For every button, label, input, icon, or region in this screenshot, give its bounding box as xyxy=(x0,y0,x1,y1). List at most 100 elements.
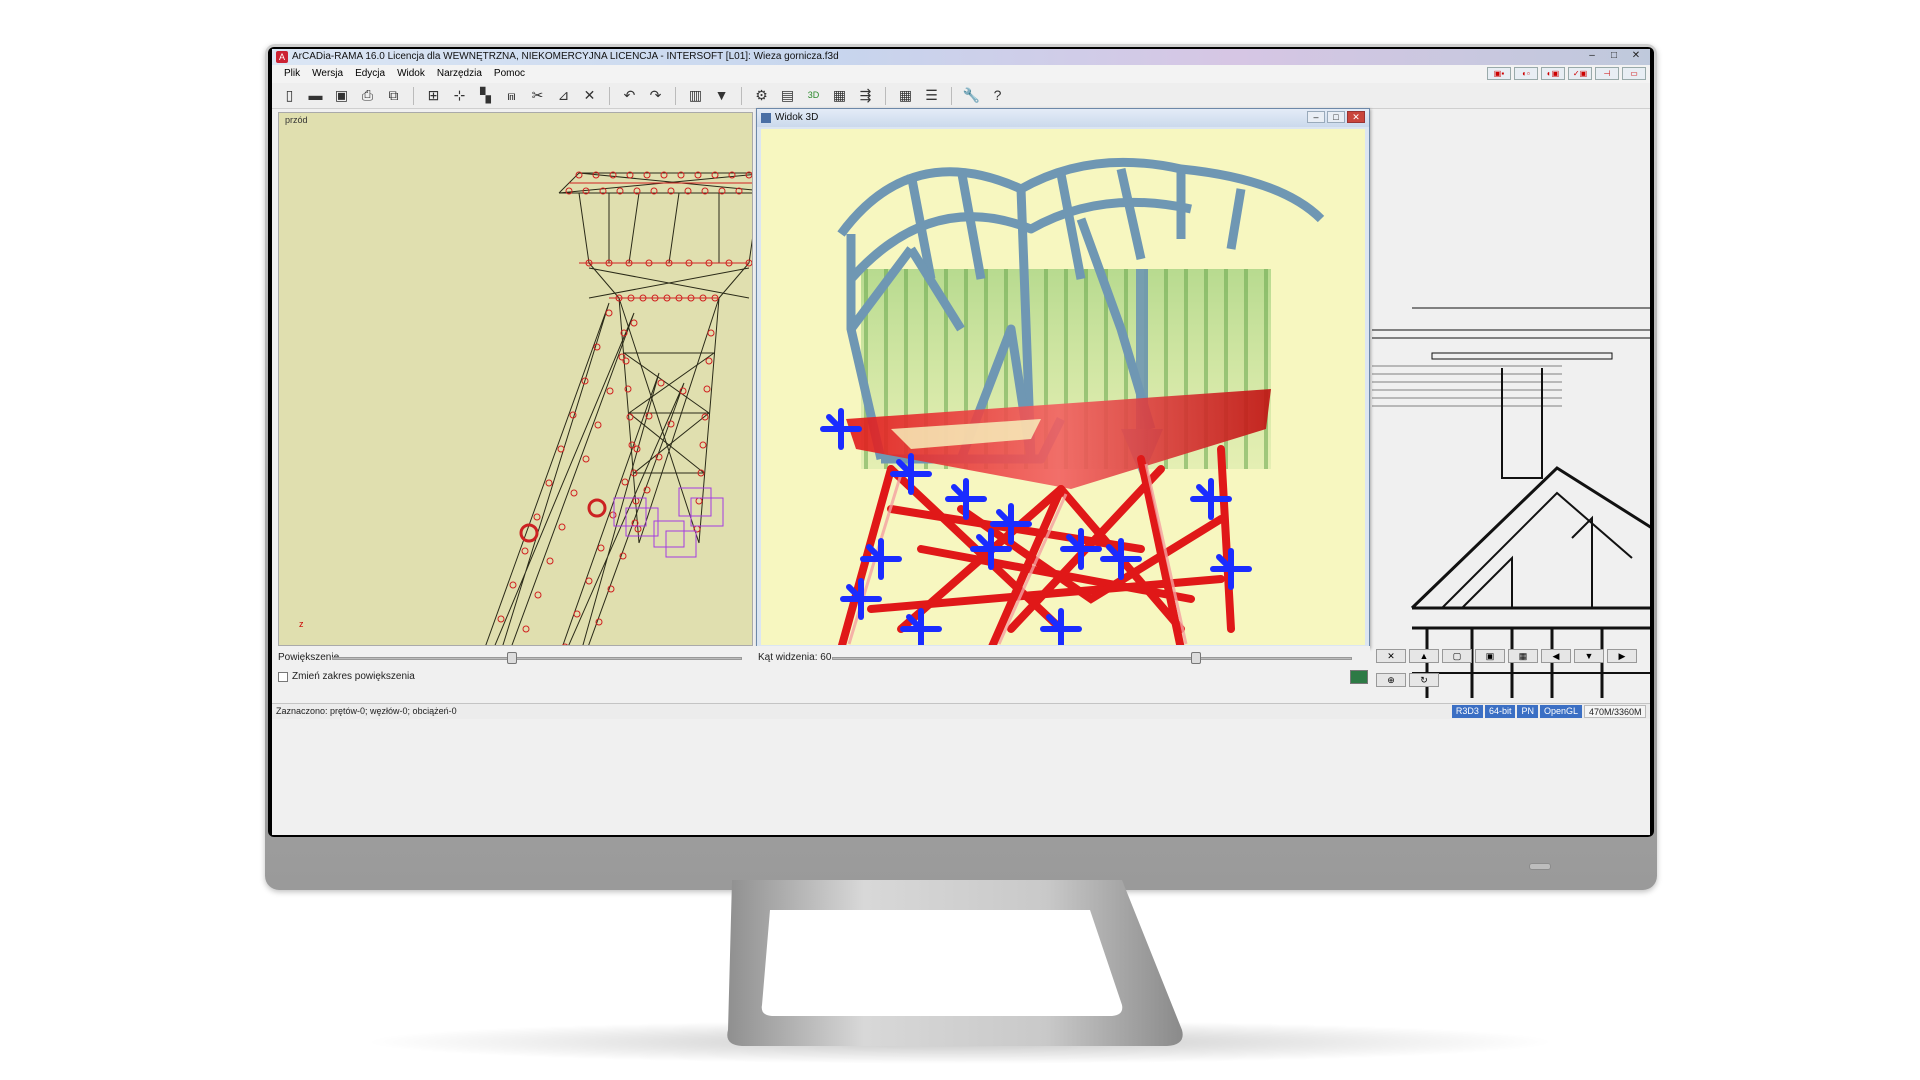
grid-icon[interactable]: ⊞ xyxy=(422,85,445,106)
angle-slider-thumb[interactable] xyxy=(1191,652,1201,664)
toolbar-separator xyxy=(413,86,414,105)
angle-label: Kąt widzenia: 60 xyxy=(758,652,832,663)
calculate-icon[interactable]: ⚙ xyxy=(750,85,773,106)
menu-bar: Plik Wersja Edycja Widok Narzędzia Pomoc xyxy=(272,65,1650,83)
view3d-title: Widok 3D xyxy=(775,112,819,123)
table-icon[interactable]: ▥ xyxy=(684,85,707,106)
new-file-icon[interactable]: ▯ xyxy=(278,85,301,106)
section-icon[interactable]: ⇶ xyxy=(854,85,877,106)
node-icon[interactable]: ⊹ xyxy=(448,85,471,106)
nav-left-icon[interactable]: ◀ xyxy=(1541,649,1571,663)
toolbox-icon[interactable] xyxy=(1350,670,1368,684)
node-marker xyxy=(558,523,566,531)
monitor-stand xyxy=(727,880,1183,1046)
view3d-maximize-button[interactable]: □ xyxy=(1327,111,1345,123)
view-icon[interactable]: ▤ xyxy=(776,85,799,106)
house-drawing xyxy=(1372,307,1650,698)
zoom-slider[interactable] xyxy=(332,657,742,660)
monitor-bezel: A ArCADia-RAMA 16.0 Licencja dla WEWNĘTR… xyxy=(265,44,1657,890)
menu-narzedzia[interactable]: Narzędzia xyxy=(431,65,488,83)
window-title: ArCADia-RAMA 16.0 Licencja dla WEWNĘTRZN… xyxy=(292,51,839,62)
restore-panel-icon[interactable]: ▭ xyxy=(1622,67,1646,80)
support-icon[interactable]: ⩎ xyxy=(500,85,523,106)
badge-pn: PN xyxy=(1517,705,1538,718)
toolbar-separator xyxy=(741,86,742,105)
print-icon[interactable]: ⎙ xyxy=(356,85,379,106)
axis-z-label: z xyxy=(299,619,304,629)
node-marker xyxy=(569,411,577,419)
view3d-window[interactable]: Widok 3D – □ ✕ xyxy=(756,108,1370,648)
zoom-slider-thumb[interactable] xyxy=(507,652,518,664)
nav-down-icon[interactable]: ▼ xyxy=(1574,649,1604,663)
menu-edycja[interactable]: Edycja xyxy=(349,65,391,83)
node-marker xyxy=(557,445,565,453)
nav-rotate-icon[interactable]: ↻ xyxy=(1409,672,1439,687)
status-bar: Zaznaczono: prętów-0; węzłów-0; obciążeń… xyxy=(272,703,1650,719)
maximize-button[interactable]: □ xyxy=(1604,50,1624,63)
help-icon[interactable]: ? xyxy=(986,85,1009,106)
node-marker xyxy=(624,385,632,393)
settings-icon[interactable]: 🔧 xyxy=(960,85,983,106)
save-icon[interactable]: ▣ xyxy=(330,85,353,106)
node-marker xyxy=(522,625,530,633)
menu-plik[interactable]: Plik xyxy=(278,65,306,83)
report-icon[interactable]: ☰ xyxy=(920,85,943,106)
toolbar-separator xyxy=(609,86,610,105)
node-marker xyxy=(626,413,634,421)
zoom-range-checkbox[interactable] xyxy=(278,672,288,682)
view3d-close-button[interactable]: ✕ xyxy=(1347,111,1365,123)
view3d-minimize-button[interactable]: – xyxy=(1307,111,1325,123)
node-marker xyxy=(605,309,613,317)
results-icon[interactable]: ▦ xyxy=(828,85,851,106)
bar-icon[interactable]: ▚ xyxy=(474,85,497,106)
front-view-panel[interactable]: przód z xyxy=(278,112,753,646)
badge-64bit: 64-bit xyxy=(1484,705,1516,718)
open-icon[interactable]: ▬ xyxy=(304,85,327,106)
nav-fit-icon[interactable]: ▣ xyxy=(1475,649,1505,663)
view3d-canvas[interactable] xyxy=(761,129,1365,645)
menu-wersja[interactable]: Wersja xyxy=(306,65,349,83)
node-marker xyxy=(573,610,581,618)
zoom-controls: Powiększenie Kąt widzenia: 60 Zmień zakr… xyxy=(272,646,1370,694)
filter-icon[interactable]: ▼ xyxy=(710,85,733,106)
node-marker xyxy=(546,557,554,565)
badge-opengl: OpenGL xyxy=(1539,705,1582,718)
export-icon[interactable]: ⧉ xyxy=(382,85,405,106)
layout-icon[interactable]: ▣▪ xyxy=(1487,67,1511,80)
view3d-icon[interactable]: 3D xyxy=(802,85,825,106)
node-marker xyxy=(534,591,542,599)
badge-r3d3: R3D3 xyxy=(1451,705,1483,718)
undo-icon[interactable]: ↶ xyxy=(618,85,641,106)
calculator-icon[interactable]: ▦ xyxy=(894,85,917,106)
display-icon[interactable]: ◐▣ xyxy=(1541,67,1565,80)
view3d-window-icon xyxy=(761,113,771,123)
nav-grid-icon[interactable]: ▦ xyxy=(1508,649,1538,663)
node-marker xyxy=(521,547,529,555)
menu-widok[interactable]: Widok xyxy=(391,65,431,83)
node-marker xyxy=(695,497,703,505)
nav-close-icon[interactable]: ✕ xyxy=(1376,649,1406,663)
view-toggle-icon[interactable]: ◐▫ xyxy=(1514,67,1538,80)
node-marker xyxy=(606,387,614,395)
node-marker xyxy=(699,441,707,449)
side-drawing-panel xyxy=(1372,108,1650,702)
nav-zoom-icon[interactable]: ⊕ xyxy=(1376,672,1406,687)
merge-icon[interactable]: ⊿ xyxy=(552,85,575,106)
top-right-tools: ▣▪ ◐▫ ◐▣ ✓▣ ⊣ ▭ xyxy=(1487,67,1646,80)
redo-icon[interactable]: ↷ xyxy=(644,85,667,106)
delete-icon[interactable]: ✕ xyxy=(578,85,601,106)
close-button[interactable]: ✕ xyxy=(1626,50,1646,63)
nav-lock-icon[interactable]: ▢ xyxy=(1442,649,1472,663)
screen: A ArCADia-RAMA 16.0 Licencja dla WEWNĘTR… xyxy=(268,47,1654,837)
angle-slider[interactable] xyxy=(832,657,1352,660)
memory-usage: 470M/3360M xyxy=(1584,705,1646,718)
menu-pomoc[interactable]: Pomoc xyxy=(488,65,531,83)
power-led xyxy=(1529,863,1551,870)
pin-icon[interactable]: ⊣ xyxy=(1595,67,1619,80)
minimize-button[interactable]: – xyxy=(1582,50,1602,63)
nav-up-icon[interactable]: ▲ xyxy=(1409,649,1439,663)
nav-right-icon[interactable]: ▶ xyxy=(1607,649,1637,663)
highlight-icon[interactable]: ✓▣ xyxy=(1568,67,1592,80)
node-marker xyxy=(509,581,517,589)
cut-icon[interactable]: ✂ xyxy=(526,85,549,106)
